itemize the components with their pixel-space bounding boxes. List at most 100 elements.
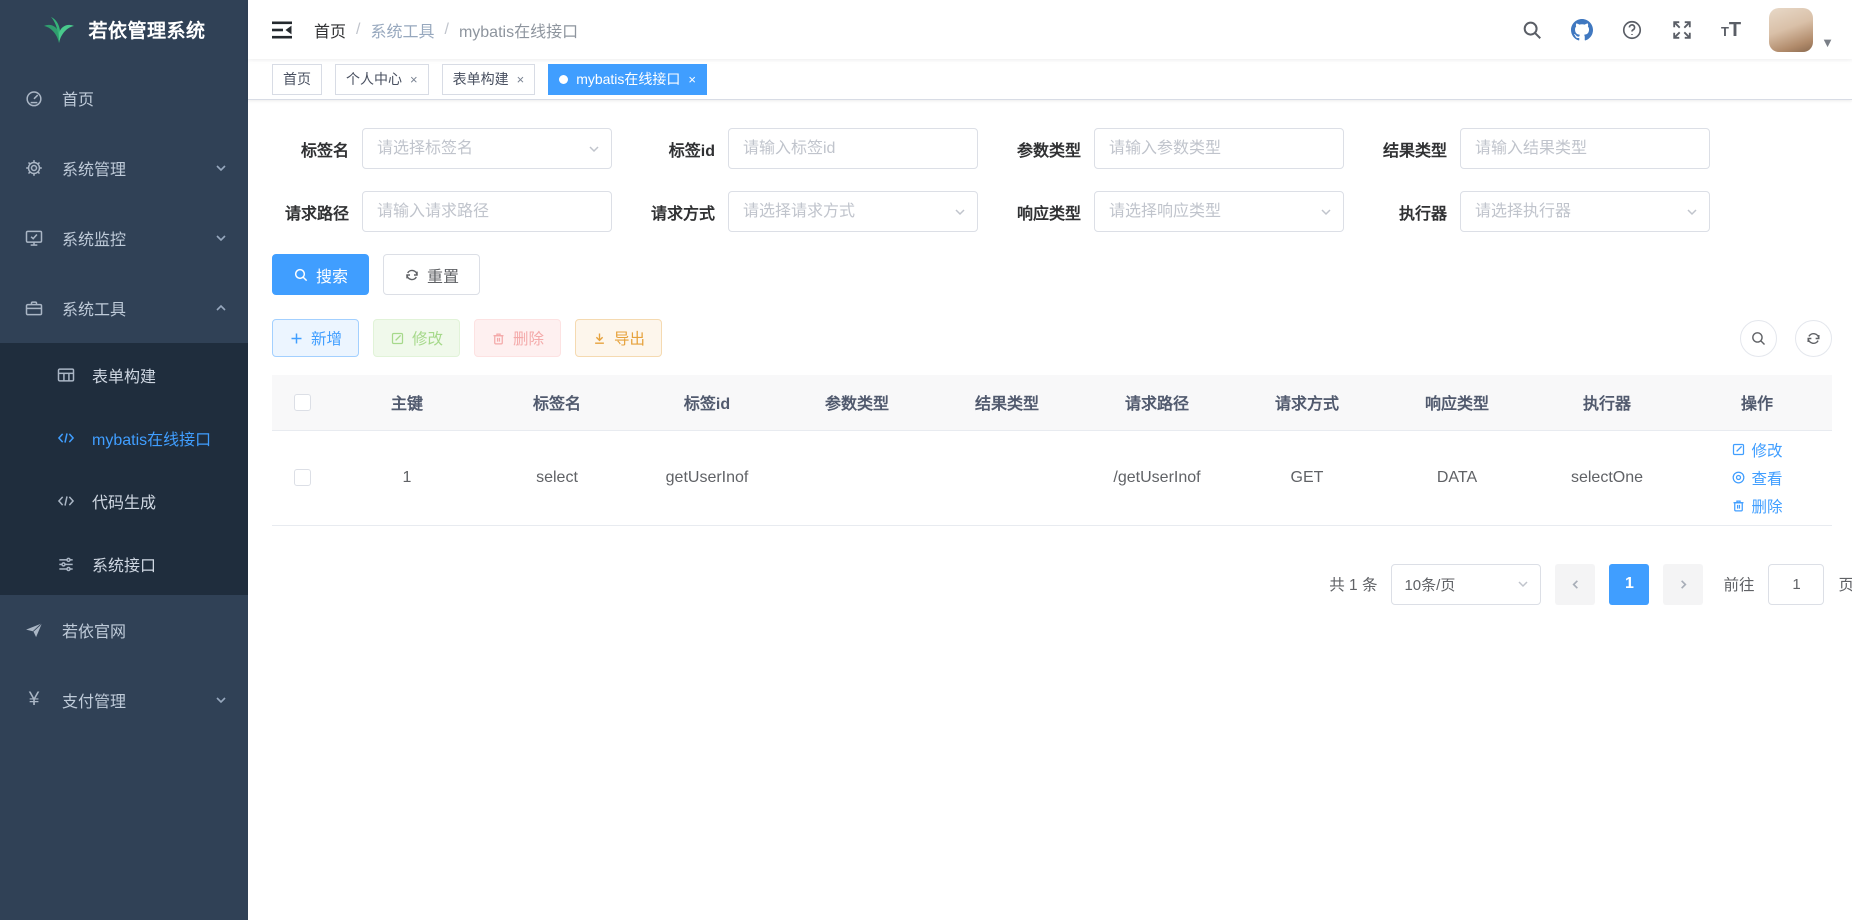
refresh-icon <box>404 267 420 283</box>
page-size-value[interactable] <box>1391 564 1541 605</box>
filter-field-executor: 执行器 <box>1370 191 1710 232</box>
row-edit-link[interactable]: 修改 <box>1731 439 1782 461</box>
fullscreen-icon[interactable] <box>1671 19 1693 41</box>
help-icon[interactable] <box>1621 19 1643 41</box>
row-view-label: 查看 <box>1751 467 1782 489</box>
filter-field-tag-id: 标签id <box>638 128 978 169</box>
row-checkbox[interactable] <box>294 469 311 486</box>
sidebar-item-system-api[interactable]: 系统接口 <box>0 532 248 595</box>
sidebar-item-label: 系统工具 <box>62 296 214 320</box>
add-button[interactable]: 新增 <box>272 319 359 357</box>
tag-form-build[interactable]: 表单构建 × <box>442 64 536 95</box>
user-avatar[interactable] <box>1769 8 1813 52</box>
goto-page-input[interactable] <box>1768 564 1824 605</box>
tags-view-bar: 首页 个人中心 × 表单构建 × mybatis在线接口 × <box>248 59 1852 100</box>
column-header: 请求方式 <box>1232 375 1382 430</box>
tag-label: 个人中心 <box>346 69 402 89</box>
sidebar-item-label: 首页 <box>62 86 228 110</box>
chevron-right-icon <box>1677 578 1690 591</box>
navbar-actions: TT ▼ <box>1521 8 1834 52</box>
yen-icon: ¥ <box>24 690 44 710</box>
result-type-input[interactable] <box>1460 128 1710 169</box>
request-path-input[interactable] <box>362 191 612 232</box>
breadcrumb-home[interactable]: 首页 <box>314 18 346 42</box>
column-header: 标签名 <box>482 375 632 430</box>
toggle-search-button[interactable] <box>1740 320 1777 357</box>
request-method-select[interactable] <box>728 191 978 232</box>
user-menu[interactable]: ▼ <box>1769 8 1834 52</box>
sidebar-item-system-monitor[interactable]: 系统监控 <box>0 203 248 273</box>
select-all-checkbox[interactable] <box>294 394 311 411</box>
trash-icon <box>1731 498 1746 513</box>
field-label: 请求方式 <box>638 200 728 224</box>
tag-name-select[interactable] <box>362 128 612 169</box>
tag-id-input[interactable] <box>728 128 978 169</box>
export-button[interactable]: 导出 <box>575 319 662 357</box>
caret-down-icon: ▼ <box>1821 35 1834 52</box>
next-page-button[interactable] <box>1663 564 1703 605</box>
row-delete-label: 删除 <box>1751 495 1782 517</box>
breadcrumb-current: mybatis在线接口 <box>459 18 578 42</box>
sidebar-menu: 首页 系统管理 系统监控 <box>0 59 248 735</box>
tag-mybatis-api-active[interactable]: mybatis在线接口 × <box>548 64 707 95</box>
breadcrumb-separator: / <box>444 21 448 39</box>
prev-page-button[interactable] <box>1555 564 1595 605</box>
github-icon[interactable] <box>1571 19 1593 41</box>
sidebar-item-code-gen[interactable]: 代码生成 <box>0 469 248 532</box>
sidebar: 若依管理系统 首页 系统管理 <box>0 0 248 920</box>
close-icon[interactable]: × <box>688 72 696 87</box>
sidebar-item-ruoyi-site[interactable]: 若依官网 <box>0 595 248 665</box>
response-type-select[interactable] <box>1094 191 1344 232</box>
sidebar-item-mybatis-api[interactable]: mybatis在线接口 <box>0 406 248 469</box>
pagination-total: 共 1 条 <box>1329 573 1377 595</box>
tag-profile[interactable]: 个人中心 × <box>335 64 429 95</box>
reset-button[interactable]: 重置 <box>383 254 480 295</box>
page-number-current[interactable]: 1 <box>1609 564 1649 605</box>
table-row[interactable]: 1 select getUserInof /getUserInof GET DA… <box>272 430 1832 525</box>
row-view-link[interactable]: 查看 <box>1731 467 1782 489</box>
reset-button-label: 重置 <box>427 263 459 287</box>
close-icon[interactable]: × <box>410 72 418 87</box>
font-size-icon[interactable]: TT <box>1721 20 1741 40</box>
row-delete-link[interactable]: 删除 <box>1731 495 1782 517</box>
param-type-input[interactable] <box>1094 128 1344 169</box>
sidebar-toggle-icon[interactable] <box>270 18 294 42</box>
download-icon <box>592 331 607 346</box>
sidebar-item-system-tools[interactable]: 系统工具 <box>0 273 248 343</box>
chevron-down-icon <box>214 231 228 245</box>
edit-icon <box>1731 442 1746 457</box>
sidebar-item-label: 代码生成 <box>92 489 228 513</box>
active-dot <box>559 75 568 84</box>
close-icon[interactable]: × <box>517 72 525 87</box>
cell-primary-key: 1 <box>332 430 482 525</box>
refresh-table-button[interactable] <box>1795 320 1832 357</box>
top-navbar: 首页 / 系统工具 / mybatis在线接口 <box>248 0 1852 59</box>
edit-button-disabled[interactable]: 修改 <box>373 319 460 357</box>
pagination: 共 1 条 1 前往 页 <box>272 564 1852 605</box>
cell-response-type: DATA <box>1382 430 1532 525</box>
filter-field-result-type: 结果类型 <box>1370 128 1710 169</box>
monitor-icon <box>24 228 44 248</box>
cell-request-path: /getUserInof <box>1082 430 1232 525</box>
sidebar-item-home[interactable]: 首页 <box>0 63 248 133</box>
search-icon <box>1750 330 1767 347</box>
column-header: 执行器 <box>1532 375 1682 430</box>
page-size-select[interactable] <box>1391 564 1541 605</box>
sidebar-item-payment-manage[interactable]: ¥ 支付管理 <box>0 665 248 735</box>
delete-button-disabled[interactable]: 删除 <box>474 319 561 357</box>
search-icon[interactable] <box>1521 19 1543 41</box>
sidebar-item-form-build[interactable]: 表单构建 <box>0 343 248 406</box>
sidebar-item-system-manage[interactable]: 系统管理 <box>0 133 248 203</box>
table-toolbar: 新增 修改 删除 导出 <box>272 319 1832 357</box>
tag-home[interactable]: 首页 <box>272 64 322 95</box>
breadcrumb-section: 系统工具 <box>370 18 434 42</box>
sliders-icon <box>56 554 76 574</box>
sidebar-item-label: mybatis在线接口 <box>92 426 228 450</box>
app-logo[interactable]: 若依管理系统 <box>0 0 248 59</box>
cell-tag-name: select <box>482 430 632 525</box>
executor-select[interactable] <box>1460 191 1710 232</box>
header-select-all-cell <box>272 375 332 430</box>
search-button[interactable]: 搜索 <box>272 254 369 295</box>
table-header-row: 主键 标签名 标签id 参数类型 结果类型 请求路径 请求方式 响应类型 执行器… <box>272 375 1832 430</box>
edit-button-label: 修改 <box>412 327 443 349</box>
